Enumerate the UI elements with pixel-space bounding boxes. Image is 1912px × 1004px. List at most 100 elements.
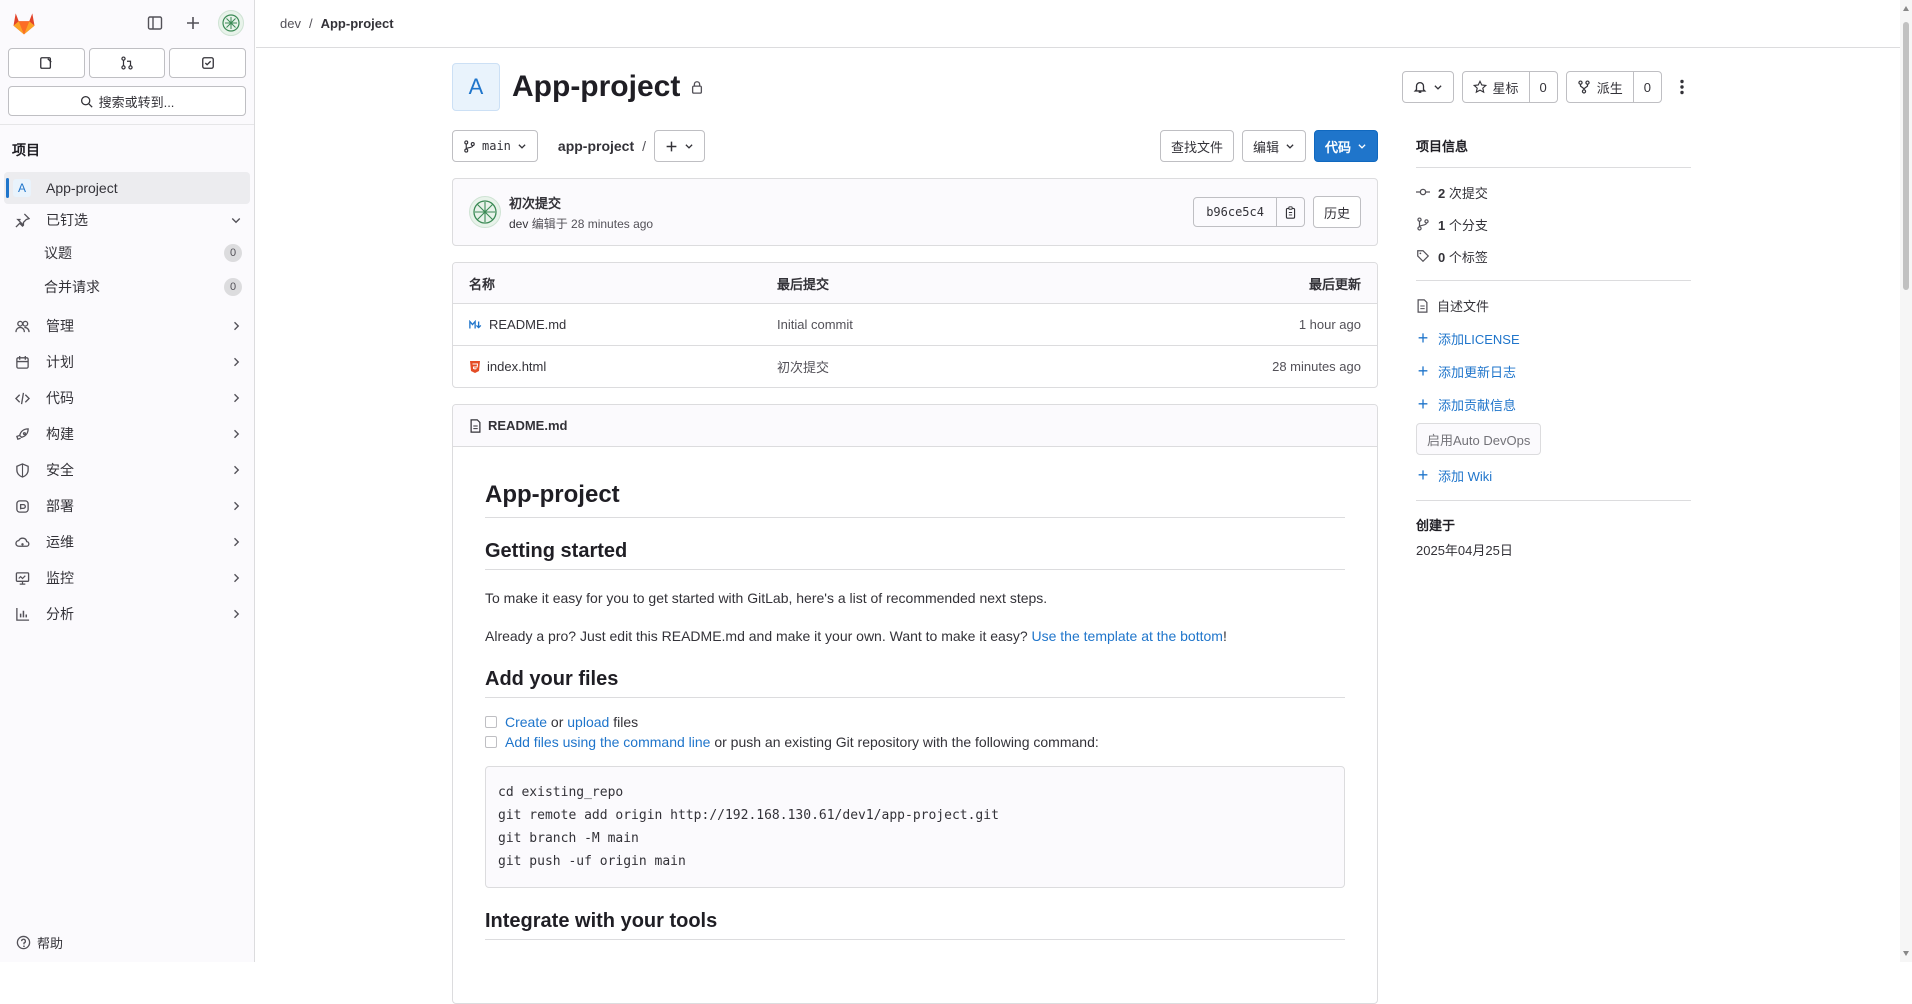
sidebar-item-security[interactable]: 安全 bbox=[4, 452, 250, 488]
add-changelog-link[interactable]: + 添加更新日志 bbox=[1416, 355, 1691, 388]
commit-sha[interactable]: b96ce5c4 bbox=[1194, 198, 1276, 226]
upload-link[interactable]: upload bbox=[567, 714, 609, 730]
repo-path-root[interactable]: app-project bbox=[558, 138, 634, 154]
code-icon bbox=[12, 391, 32, 406]
page-scrollbar[interactable] bbox=[1900, 0, 1912, 962]
cloud-icon bbox=[12, 535, 32, 550]
commit-author-avatar[interactable] bbox=[469, 196, 501, 228]
issues-tab[interactable] bbox=[8, 48, 85, 78]
calendar-icon bbox=[12, 355, 32, 370]
readme-filename[interactable]: README.md bbox=[488, 418, 567, 433]
created-info: 创建于 2025年04月25日 bbox=[1416, 501, 1691, 559]
edit-dropdown[interactable]: 编辑 bbox=[1241, 130, 1306, 162]
file-commit[interactable]: 初次提交 bbox=[777, 357, 1161, 376]
commit-title[interactable]: 初次提交 bbox=[509, 193, 653, 212]
add-license-link[interactable]: + 添加LICENSE bbox=[1416, 322, 1691, 355]
sidebar-item-issues[interactable]: 议题 0 bbox=[4, 236, 250, 270]
commit-sha-group: b96ce5c4 bbox=[1193, 197, 1305, 227]
breadcrumb: dev / App-project bbox=[256, 0, 1900, 48]
todos-tab[interactable] bbox=[169, 48, 247, 78]
plus-icon: + bbox=[1417, 361, 1429, 381]
commit-author[interactable]: dev bbox=[509, 217, 528, 231]
sidebar-item-code[interactable]: 代码 bbox=[4, 380, 250, 416]
gitlab-logo-icon[interactable] bbox=[10, 9, 38, 37]
file-updated: 28 minutes ago bbox=[1272, 359, 1361, 374]
star-button[interactable]: 星标 bbox=[1463, 72, 1529, 102]
plus-icon[interactable] bbox=[180, 10, 206, 36]
markdown-file-icon bbox=[469, 319, 483, 330]
readme-content: App-project Getting started To make it e… bbox=[453, 447, 1377, 958]
help-button[interactable]: 帮助 bbox=[16, 933, 63, 952]
repo-path: app-project / bbox=[557, 138, 647, 154]
task-checkbox[interactable] bbox=[485, 716, 497, 728]
chevron-right-icon bbox=[230, 500, 242, 512]
user-avatar[interactable] bbox=[218, 10, 244, 36]
task-checkbox[interactable] bbox=[485, 736, 497, 748]
find-file-button[interactable]: 查找文件 bbox=[1159, 130, 1234, 162]
scroll-up-arrow-icon[interactable] bbox=[1903, 6, 1909, 11]
project-avatar: A bbox=[452, 63, 500, 111]
sidebar-toggle-icon[interactable] bbox=[142, 10, 168, 36]
branch-selector[interactable]: main bbox=[452, 130, 538, 162]
enable-auto-devops-button[interactable]: 启用Auto DevOps bbox=[1416, 423, 1542, 455]
fork-button[interactable]: 派生 bbox=[1567, 72, 1633, 102]
project-header: A App-project 星标 0 派生 0 bbox=[452, 48, 1694, 126]
sidebar-item-project[interactable]: A App-project bbox=[4, 172, 250, 204]
chevron-right-icon bbox=[230, 392, 242, 404]
sidebar-item-deploy[interactable]: 部署 bbox=[4, 488, 250, 524]
branches-stat[interactable]: 1 个分支 bbox=[1416, 208, 1691, 240]
file-name[interactable]: README.md bbox=[489, 317, 566, 332]
project-info-column: 项目信息 2 次提交 1 个分支 0 个标签 自述文件 + 添加LICENSE … bbox=[1416, 126, 1691, 1004]
fork-button-group: 派生 0 bbox=[1565, 71, 1662, 103]
sidebar-item-label: 运维 bbox=[46, 534, 74, 550]
command-line-link[interactable]: Add files using the command line bbox=[505, 734, 710, 750]
code-dropdown[interactable]: 代码 bbox=[1313, 130, 1378, 162]
sidebar-item-merge-requests[interactable]: 合并请求 0 bbox=[4, 270, 250, 304]
branch-icon bbox=[463, 139, 476, 153]
add-to-tree-button[interactable] bbox=[654, 130, 706, 162]
table-row[interactable]: index.html 初次提交 28 minutes ago bbox=[453, 345, 1377, 387]
chevron-down-icon bbox=[684, 141, 694, 151]
fork-count[interactable]: 0 bbox=[1632, 72, 1661, 102]
lock-icon bbox=[690, 80, 704, 94]
commits-stat[interactable]: 2 次提交 bbox=[1416, 176, 1691, 208]
breadcrumb-project[interactable]: App-project bbox=[321, 16, 394, 31]
file-commit[interactable]: Initial commit bbox=[777, 317, 1161, 332]
sidebar-item-manage[interactable]: 管理 bbox=[4, 308, 250, 344]
sidebar-item-pinned[interactable]: 已钉选 bbox=[4, 204, 250, 236]
add-wiki-link[interactable]: + 添加 Wiki bbox=[1416, 459, 1691, 492]
add-contributing-link[interactable]: + 添加贡献信息 bbox=[1416, 388, 1691, 421]
file-table: 名称 最后提交 最后更新 README.md Initial commit 1 … bbox=[452, 262, 1378, 388]
copy-icon[interactable] bbox=[1275, 198, 1304, 226]
merge-requests-tab[interactable] bbox=[88, 48, 166, 78]
plus-icon: + bbox=[1417, 328, 1429, 348]
readme-link[interactable]: 自述文件 bbox=[1416, 289, 1691, 322]
plus-icon bbox=[665, 140, 678, 153]
sidebar-item-plan[interactable]: 计划 bbox=[4, 344, 250, 380]
star-count[interactable]: 0 bbox=[1528, 72, 1557, 102]
notification-button[interactable] bbox=[1401, 71, 1454, 103]
table-row[interactable]: README.md Initial commit 1 hour ago bbox=[453, 303, 1377, 345]
sidebar-search[interactable]: 搜索或转到... bbox=[8, 86, 246, 116]
edit-label: 编辑 bbox=[1252, 139, 1279, 155]
breadcrumb-group[interactable]: dev bbox=[280, 16, 301, 31]
file-name[interactable]: index.html bbox=[487, 359, 546, 374]
search-label: 搜索或转到... bbox=[98, 94, 175, 110]
tags-stat[interactable]: 0 个标签 bbox=[1416, 240, 1691, 272]
sidebar-item-monitor[interactable]: 监控 bbox=[4, 560, 250, 596]
scroll-down-arrow-icon[interactable] bbox=[1903, 951, 1909, 956]
history-button[interactable]: 历史 bbox=[1312, 196, 1361, 228]
create-link[interactable]: Create bbox=[505, 714, 547, 730]
sidebar-item-operate[interactable]: 运维 bbox=[4, 524, 250, 560]
sidebar-item-build[interactable]: 构建 bbox=[4, 416, 250, 452]
monitor-icon bbox=[12, 571, 32, 586]
deploy-icon bbox=[12, 499, 32, 514]
more-actions-icon[interactable] bbox=[1670, 79, 1694, 95]
sidebar-quick-tabs bbox=[0, 46, 254, 78]
search-icon bbox=[80, 95, 93, 108]
scrollbar-thumb[interactable] bbox=[1903, 22, 1909, 290]
chevron-right-icon bbox=[230, 572, 242, 584]
sidebar-item-analyze[interactable]: 分析 bbox=[4, 596, 250, 632]
chevron-right-icon bbox=[230, 320, 242, 332]
template-link[interactable]: Use the template at the bottom bbox=[1032, 628, 1223, 644]
